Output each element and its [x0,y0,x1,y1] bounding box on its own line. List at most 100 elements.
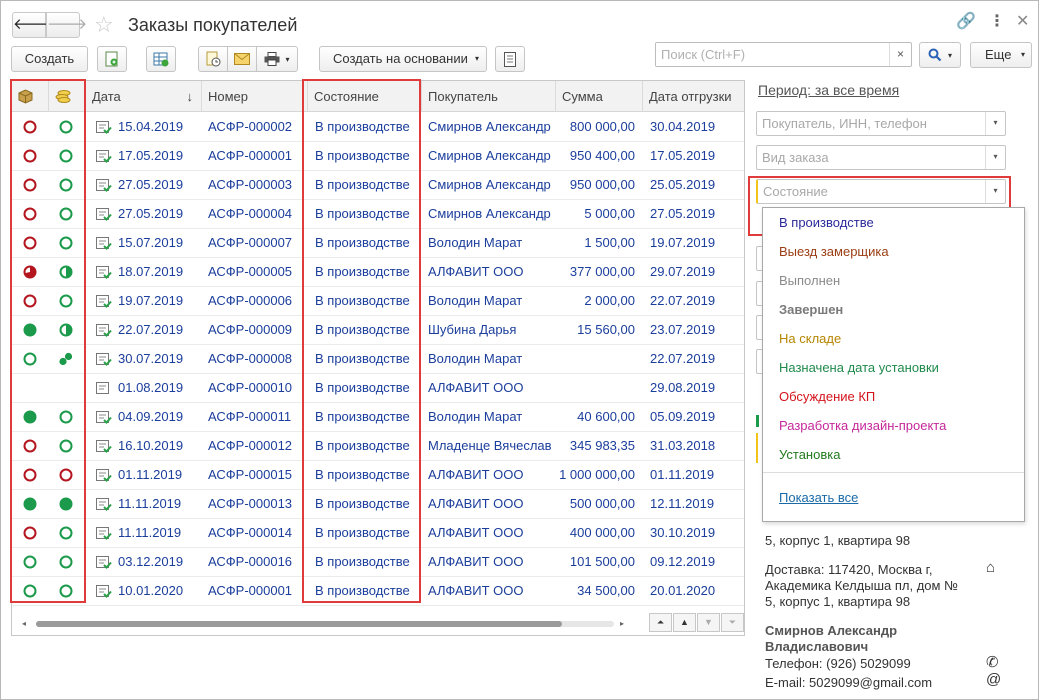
state-option[interactable]: Выполнен [779,273,840,288]
order-type-filter[interactable]: Вид заказа ▾ [756,145,1006,170]
table-row[interactable]: 11.11.2019 АСФР-000013 В производстве АЛФАВ… [12,490,744,519]
table-row[interactable]: 19.07.2019 АСФР-000006 В производстве Волод… [12,287,744,316]
state-option[interactable]: Завершен [779,302,843,317]
row-ship-date: 05.09.2019 [650,409,716,424]
table-row[interactable]: 27.05.2019 АСФР-000003 В производстве Смирн… [12,171,744,200]
state-option[interactable]: Обсуждение КП [779,389,875,404]
status-green-icon [59,584,73,598]
table-row[interactable]: 17.05.2019 АСФР-000001 В производстве Смирн… [12,142,744,171]
status-green-icon [59,120,73,134]
row-buyer: Смирнов Александр [428,177,551,192]
row-state: В производстве [315,177,410,192]
close-icon[interactable]: ✕ [1016,11,1029,31]
row-sum: 1 500,00 [584,235,635,250]
chevron-down-icon[interactable]: ▾ [985,112,1005,135]
status-green-icon [59,178,73,192]
state-option[interactable]: На складе [779,331,841,346]
scroll-right-icon[interactable]: ▸ [620,619,624,628]
copy-document-button[interactable] [97,46,127,72]
home-icon[interactable]: ⌂ [986,559,995,576]
table-row[interactable]: 27.05.2019 АСФР-000004 В производстве Смирн… [12,200,744,229]
state-option[interactable]: Установка [779,447,840,462]
document-icon [504,51,516,67]
document-posted-icon [96,294,112,308]
state-option[interactable]: Назначена дата установки [779,360,939,375]
scroll-to-bottom-button[interactable]: ⏷ [721,613,744,632]
email-icon[interactable]: @ [986,671,1001,688]
row-state: В производстве [315,438,410,453]
header-ship-date[interactable]: Дата отгрузки [643,81,744,112]
copy-document-icon [105,51,118,67]
table-row[interactable]: 16.10.2019 АСФР-000012 В производстве Младе… [12,432,744,461]
search-button[interactable]: ▾ [919,42,961,68]
table-row[interactable]: 01.11.2019 АСФР-000015 В производстве АЛФАВ… [12,461,744,490]
chevron-down-icon[interactable]: ▾ [985,146,1005,169]
header-sum[interactable]: Сумма [556,81,643,112]
state-option[interactable]: Выезд замерщика [779,244,889,259]
horizontal-scrollbar[interactable]: ◂ ▸ [12,613,652,635]
document-posted-icon [96,555,112,569]
state-option[interactable]: В производстве [779,215,874,230]
state-filter[interactable]: Состояние ▾ [756,179,1006,204]
scroll-left-icon[interactable]: ◂ [22,619,26,628]
favorite-star-icon[interactable]: ☆ [94,12,114,38]
customer-email: E-mail: 5029099@gmail.com [765,675,933,690]
forward-button[interactable]: 🡒 [46,12,87,38]
row-buyer: АЛФАВИТ ООО [428,380,524,395]
table-row[interactable]: 30.07.2019 АСФР-000008 В производстве Волод… [12,345,744,374]
row-buyer: Володин Марат [428,351,523,366]
period-link[interactable]: Период: за все время [758,82,899,98]
more-button[interactable]: Еще ▾ [970,42,1032,68]
phone-icon[interactable]: ✆ [986,653,999,671]
header-date[interactable]: Дата ↓ [86,81,202,112]
table-row[interactable]: 15.07.2019 АСФР-000007 В производстве Волод… [12,229,744,258]
header-shipment-status[interactable] [49,81,86,112]
buyer-filter[interactable]: Покупатель, ИНН, телефон ▾ [756,111,1006,136]
scroll-thumb[interactable] [36,621,562,627]
document-view-button[interactable] [495,46,525,72]
row-sum: 1 000 000,00 [559,467,635,482]
add-list-button[interactable] [146,46,176,72]
create-based-on-button[interactable]: Создать на основании ▾ [319,46,487,72]
table-row[interactable]: 04.09.2019 АСФР-000011 В производстве Волод… [12,403,744,432]
orders-window: 🡐 🡒 ☆ Заказы покупателей 🔗 ⋮ ✕ Создать ▾… [0,0,1039,700]
show-all-link[interactable]: Показать все [779,490,858,505]
row-state: В производстве [315,496,410,511]
row-sum: 345 983,35 [569,438,635,453]
search-field[interactable]: × [655,42,912,67]
table-row[interactable]: 11.11.2019 АСФР-000014 В производстве АЛФАВ… [12,519,744,548]
chevron-down-icon[interactable]: ▾ [985,180,1005,203]
table-row[interactable]: 03.12.2019 АСФР-000016 В производстве АЛФАВ… [12,548,744,577]
report-button[interactable] [198,46,228,72]
row-state: В производстве [315,235,410,250]
state-option[interactable]: Разработка дизайн-проекта [779,418,946,433]
create-button[interactable]: Создать [11,46,88,72]
clear-search-icon[interactable]: × [889,43,911,66]
row-date: 27.05.2019 [118,206,184,221]
print-button[interactable]: ▾ [256,46,298,72]
table-row[interactable]: 15.04.2019 АСФР-000002 В производстве Смирн… [12,113,744,142]
table-row[interactable]: 10.01.2020 АСФР-000001 В производстве АЛФАВ… [12,577,744,606]
scroll-up-button[interactable]: ▲ [673,613,696,632]
header-number[interactable]: Номер [202,81,308,112]
status-green-icon [59,410,73,424]
link-icon[interactable]: 🔗 [956,11,976,31]
status-green-filled-icon [23,497,37,511]
row-buyer: АЛФАВИТ ООО [428,264,524,279]
header-state[interactable]: Состояние [308,81,422,112]
send-email-button[interactable] [227,46,257,72]
scroll-to-top-button[interactable]: ⏶ [649,613,672,632]
header-payment-status[interactable] [12,81,49,112]
scroll-down-button[interactable]: ▼ [697,613,720,632]
row-number: АСФР-000011 [208,409,292,424]
back-button[interactable]: 🡐 [12,12,53,38]
search-input[interactable] [656,43,881,66]
header-buyer[interactable]: Покупатель [422,81,556,112]
table-row[interactable]: 22.07.2019 АСФР-000009 В производстве Шубин… [12,316,744,345]
table-row[interactable]: 18.07.2019 АСФР-000005 В производстве АЛФАВ… [12,258,744,287]
table-row[interactable]: 01.08.2019 АСФР-000010 В производстве АЛФАВ… [12,374,744,403]
double-up-icon: ⏶ [656,617,665,627]
more-menu-icon[interactable]: ⋮ [989,11,1005,31]
row-state: В производстве [315,322,410,337]
row-ship-date: 25.05.2019 [650,177,716,192]
